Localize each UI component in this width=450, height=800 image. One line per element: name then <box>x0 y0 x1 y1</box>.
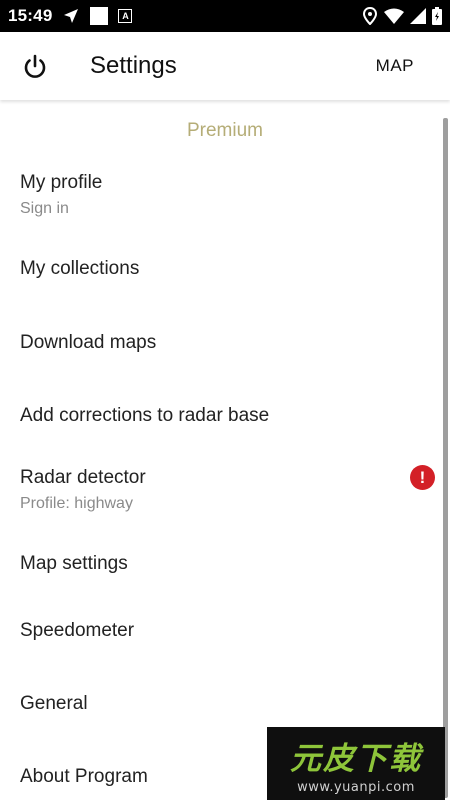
menu-item-download-maps[interactable]: Download maps <box>0 312 440 372</box>
page-title: Settings <box>90 52 177 79</box>
menu-item-title: My collections <box>20 258 140 279</box>
menu-item-title: Map settings <box>20 553 128 574</box>
menu-item-map-settings[interactable]: Map settings <box>0 538 440 598</box>
battery-icon <box>432 7 442 25</box>
settings-list: Premium My profile Sign in My collection… <box>0 100 450 800</box>
location-pin-icon <box>362 7 378 25</box>
menu-item-title: Download maps <box>20 332 157 353</box>
premium-link[interactable]: Premium <box>0 120 450 142</box>
app-bar: Settings MAP <box>0 32 450 100</box>
menu-item-subtitle: Profile: highway <box>20 495 133 512</box>
map-button[interactable]: MAP <box>376 56 414 76</box>
navigation-arrow-icon <box>62 7 80 25</box>
scrollbar[interactable] <box>443 118 448 798</box>
wifi-icon <box>384 8 404 24</box>
status-bar: 15:49 A <box>0 0 450 32</box>
menu-item-title: About Program <box>20 766 148 787</box>
menu-item-radar-detector[interactable]: Radar detector Profile: highway ! <box>0 455 440 525</box>
status-time: 15:49 <box>8 6 53 25</box>
menu-item-title: Add corrections to radar base <box>20 405 270 426</box>
watermark-url: www.yuanpi.com <box>297 780 415 795</box>
menu-item-speedometer[interactable]: Speedometer <box>0 605 440 665</box>
a-box-icon: A <box>118 9 133 23</box>
notification-square-icon <box>90 7 109 25</box>
menu-item-title: Radar detector <box>20 467 146 488</box>
menu-item-my-collections[interactable]: My collections <box>0 240 440 300</box>
power-button[interactable] <box>18 50 52 84</box>
watermark-logo-text: 元皮下载 <box>290 741 422 777</box>
menu-item-subtitle: Sign in <box>20 200 69 217</box>
menu-item-title: Speedometer <box>20 620 135 641</box>
signal-icon <box>410 8 426 24</box>
menu-item-add-corrections[interactable]: Add corrections to radar base <box>0 385 440 445</box>
menu-item-my-profile[interactable]: My profile Sign in <box>0 160 440 230</box>
alert-icon: ! <box>410 465 435 490</box>
power-icon <box>24 54 46 78</box>
menu-item-title: My profile <box>20 172 103 193</box>
menu-item-title: General <box>20 693 88 714</box>
watermark: 元皮下载 www.yuanpi.com <box>267 727 445 800</box>
